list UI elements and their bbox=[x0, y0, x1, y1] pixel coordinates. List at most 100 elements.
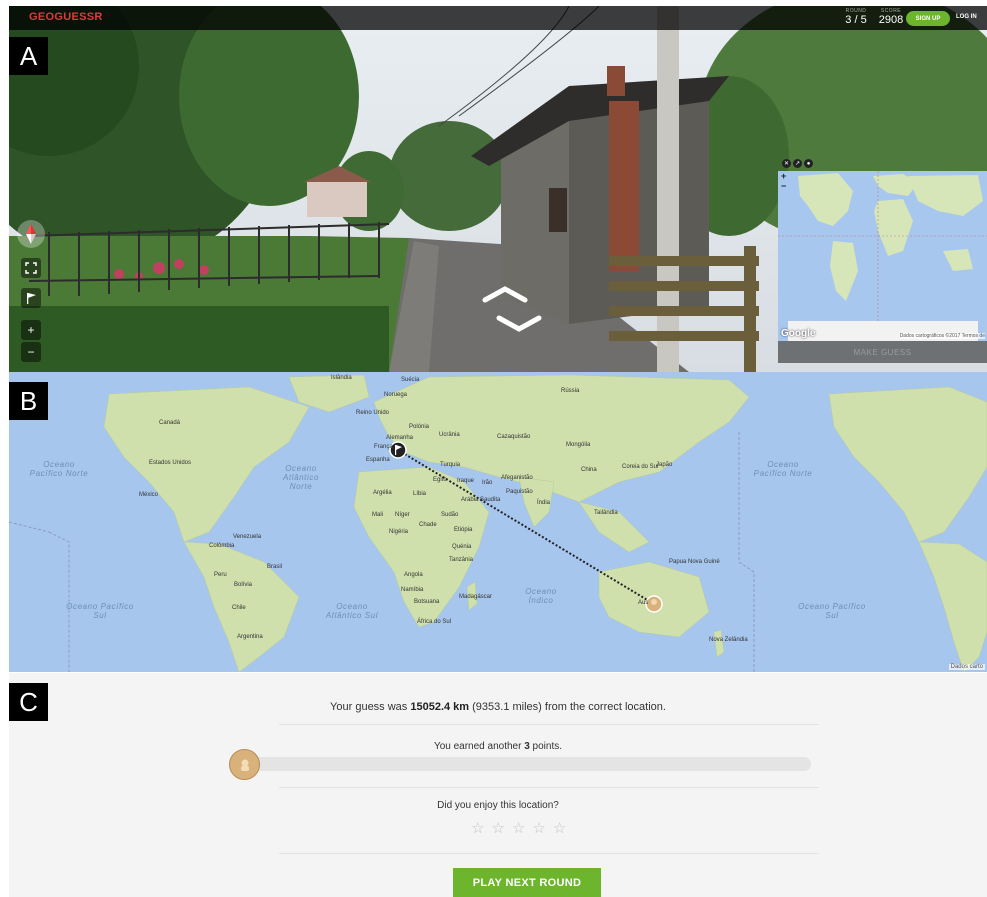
map-label: Egito bbox=[433, 477, 447, 483]
star-icon[interactable]: ☆ bbox=[553, 819, 566, 837]
map-label: Paquistão bbox=[506, 489, 533, 495]
top-bar: GEOGUESSR ROUND 3 / 5 SCORE 2908 SIGN UP… bbox=[9, 6, 987, 30]
round-counter: ROUND 3 / 5 bbox=[836, 8, 876, 26]
map-label: Turquia bbox=[440, 462, 461, 468]
map-label: Papua Nova Guiné bbox=[669, 559, 720, 565]
flag-icon[interactable] bbox=[21, 288, 41, 308]
map-label: Aus bbox=[638, 600, 649, 606]
distance-suffix: (9353.1 miles) from the correct location… bbox=[469, 701, 666, 713]
map-label: Nova Zelândia bbox=[709, 637, 748, 643]
distance-km: 15052.4 km bbox=[410, 701, 470, 713]
ocean-label: Oceano Pacífico Norte bbox=[753, 460, 813, 478]
result-summary: Your guess was 15052.4 km (9353.1 miles)… bbox=[9, 673, 987, 897]
map-label: Suécia bbox=[401, 377, 420, 383]
minimap-canvas[interactable]: + − Google Dados cartográficos ©2017 Ter… bbox=[778, 171, 987, 341]
ocean-label: Oceano Índico bbox=[525, 587, 557, 605]
map-label: Ucrânia bbox=[439, 432, 460, 438]
map-attribution: Dados carto bbox=[948, 664, 985, 670]
map-label: Níger bbox=[395, 512, 410, 518]
map-label: Rússia bbox=[561, 388, 580, 394]
map-label: Espanha bbox=[366, 457, 390, 463]
zoom-out-button[interactable]: − bbox=[21, 342, 41, 362]
divider bbox=[279, 724, 819, 725]
star-icon[interactable]: ☆ bbox=[532, 819, 545, 837]
google-logo: Google bbox=[781, 328, 816, 339]
make-guess-button[interactable]: MAKE GUESS bbox=[778, 341, 987, 363]
zoom-in-button[interactable]: + bbox=[21, 320, 41, 340]
map-label: Coreia do Sul bbox=[622, 464, 659, 470]
world-map-canvas[interactable] bbox=[9, 372, 987, 672]
map-label: Iraque bbox=[457, 478, 475, 484]
enjoy-question: Did you enjoy this location? bbox=[437, 800, 559, 811]
guess-minimap[interactable]: ✕ ↗ ● + − Google Dados cartográficos ©20… bbox=[778, 156, 987, 363]
score-counter: SCORE 2908 bbox=[871, 8, 911, 26]
map-label: Índia bbox=[537, 500, 551, 506]
map-label: Arábia Saudita bbox=[461, 497, 501, 503]
minimap-zoom-out[interactable]: − bbox=[781, 181, 786, 191]
result-world-map[interactable]: Islândia Suécia Rússia Noruega Reino Uni… bbox=[9, 372, 987, 672]
minimap-pin-icon[interactable]: ● bbox=[804, 159, 813, 168]
map-label: Afeganistão bbox=[501, 475, 533, 481]
map-label: Angola bbox=[404, 572, 423, 578]
minimap-tools: ✕ ↗ ● bbox=[782, 159, 813, 168]
user-guess-marker-icon bbox=[229, 749, 260, 780]
points-earned: You earned another 3 points. bbox=[9, 741, 987, 752]
map-label: África do Sul bbox=[417, 619, 452, 625]
divider bbox=[279, 787, 819, 788]
ocean-label: Oceano Atlântico Sul bbox=[325, 602, 379, 620]
streetview-panel[interactable]: GEOGUESSR ROUND 3 / 5 SCORE 2908 SIGN UP… bbox=[9, 6, 987, 372]
ocean-label: Oceano Atlântico Norte bbox=[282, 464, 320, 491]
map-label: Reino Unido bbox=[356, 410, 390, 416]
map-label: Namíbia bbox=[401, 587, 424, 593]
star-icon[interactable]: ☆ bbox=[512, 819, 525, 837]
earned-suffix: points. bbox=[529, 741, 563, 752]
map-label: Nigéria bbox=[389, 529, 409, 535]
score-value: 2908 bbox=[878, 14, 904, 26]
map-label: Venezuela bbox=[233, 534, 262, 540]
rating-stars[interactable]: ☆ ☆ ☆ ☆ ☆ bbox=[471, 819, 566, 837]
ocean-label: Oceano Pacífico Sul bbox=[798, 602, 866, 620]
map-label: Mongólia bbox=[566, 442, 591, 448]
compass-icon[interactable] bbox=[17, 220, 45, 248]
map-label: Brasil bbox=[267, 564, 283, 570]
user-guess-marker-icon bbox=[645, 595, 663, 613]
map-label: Bolívia bbox=[234, 582, 253, 588]
map-label: Chile bbox=[232, 605, 246, 611]
map-label: Madagáscar bbox=[459, 594, 493, 600]
map-label: Argentina bbox=[237, 634, 263, 640]
ocean-label: Oceano Pacífico Sul bbox=[66, 602, 134, 620]
map-label: Japão bbox=[656, 462, 673, 468]
panel-label-c: C bbox=[9, 683, 48, 721]
map-label: Polónia bbox=[409, 424, 430, 430]
map-label: Mali bbox=[372, 512, 384, 518]
map-label: Tailândia bbox=[594, 510, 618, 516]
log-in-button[interactable]: LOG IN bbox=[956, 14, 977, 20]
distance-result: Your guess was 15052.4 km (9353.1 miles)… bbox=[9, 701, 987, 713]
map-label: Alemanha bbox=[386, 435, 414, 441]
minimap-expand-icon[interactable]: ↗ bbox=[793, 159, 802, 168]
map-label: Canadá bbox=[159, 420, 181, 426]
geoguessr-logo[interactable]: GEOGUESSR bbox=[29, 11, 103, 23]
minimap-attribution: Dados cartográficos ©2017 Termos de bbox=[899, 333, 985, 339]
minimap-shrink-icon[interactable]: ✕ bbox=[782, 159, 791, 168]
minimap-zoom-in[interactable]: + bbox=[781, 171, 786, 181]
map-label: México bbox=[139, 492, 159, 498]
map-label: Líbia bbox=[413, 491, 427, 497]
map-label: Chade bbox=[419, 522, 437, 528]
ocean-label: Oceano Pacífico Norte bbox=[29, 460, 89, 478]
map-label: Irão bbox=[482, 480, 493, 486]
map-label: Argélia bbox=[373, 490, 392, 496]
map-label: Peru bbox=[214, 572, 227, 578]
map-label: Sudão bbox=[441, 512, 459, 518]
divider bbox=[279, 853, 819, 854]
earned-prefix: You earned another bbox=[433, 741, 525, 752]
map-label: Tanzânia bbox=[449, 557, 474, 563]
star-icon[interactable]: ☆ bbox=[471, 819, 484, 837]
star-icon[interactable]: ☆ bbox=[491, 819, 504, 837]
play-next-round-button[interactable]: PLAY NEXT ROUND bbox=[453, 868, 601, 897]
sign-up-button[interactable]: SIGN UP bbox=[906, 11, 950, 26]
map-label: Quénia bbox=[452, 544, 472, 550]
map-label: França bbox=[374, 444, 393, 450]
fullscreen-icon[interactable] bbox=[21, 258, 41, 278]
distance-prefix: Your guess was bbox=[330, 701, 411, 713]
